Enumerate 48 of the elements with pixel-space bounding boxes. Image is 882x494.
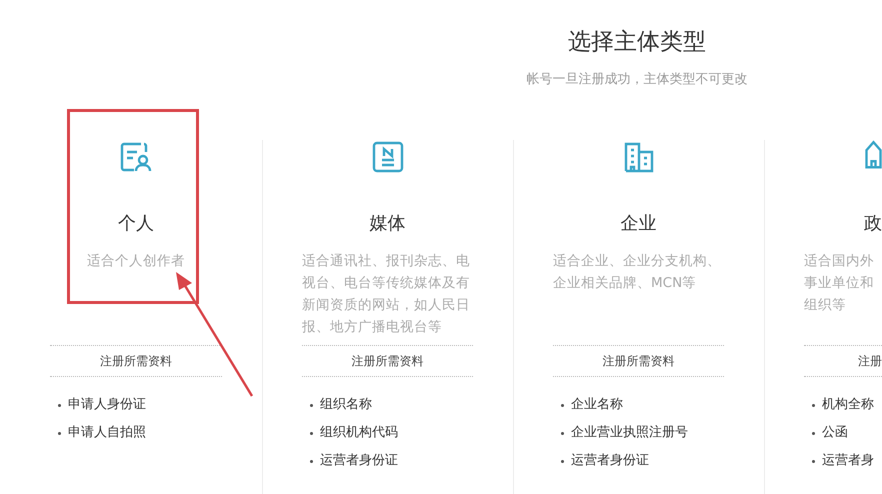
bullet-icon [561, 460, 564, 462]
bullet-icon [812, 460, 815, 462]
requirements-title: 注册 [858, 352, 882, 370]
type-description: 适合个人创作者 [86, 252, 186, 271]
type-description: 适合通讯社、报刊杂志、电 [302, 252, 471, 271]
bullet-icon [58, 404, 61, 406]
bullet-icon [561, 432, 564, 434]
type-description: 企业相关品牌、MCN等 [553, 274, 698, 293]
requirements-title: 注册所需资料 [602, 352, 674, 370]
requirements-title: 注册所需资料 [100, 352, 172, 370]
requirement-item: 组织机构代码 [320, 424, 398, 442]
bullet-icon [812, 404, 815, 406]
type-description: 新闻资质的网站，如人民日 [302, 296, 471, 315]
bullet-icon [561, 404, 564, 406]
type-description: 视台、电台等传统媒体及有 [302, 274, 471, 293]
type-title: 企业 [620, 212, 658, 236]
requirement-item: 申请人自拍照 [68, 424, 146, 442]
newspaper-icon [370, 140, 404, 174]
type-option[interactable]: 企业 适合企业、企业分支机构、 企业相关品牌、MCN等 注册所需资料 企业名称 企业营业执照注册号 运营者身份证 [513, 140, 764, 494]
bullet-icon [310, 432, 313, 434]
requirement-item: 机构全称 [822, 396, 874, 414]
requirement-item: 申请人身份证 [68, 396, 146, 414]
bullet-icon [310, 404, 313, 406]
bullet-icon [812, 432, 815, 434]
type-description: 适合国内外 [804, 252, 875, 271]
bullet-icon [310, 460, 313, 462]
requirement-item: 运营者身份证 [571, 452, 649, 470]
type-option[interactable]: 媒体 适合通讯社、报刊杂志、电 视台、电台等传统媒体及有 新闻资质的网站，如人民日 报、地方广播电视台等 注册所需资料 组织名称 组织机构代码 运营者身份证 [262, 140, 513, 494]
type-title: 个人 [117, 212, 155, 236]
type-description: 适合企业、企业分支机构、 [553, 252, 722, 271]
type-title: 政 [863, 212, 882, 236]
page-subtitle: 帐号一旦注册成功，主体类型不可更改 [526, 71, 748, 88]
requirement-item: 企业名称 [571, 396, 623, 414]
profile-card-icon [119, 140, 153, 174]
type-title: 媒体 [368, 212, 406, 236]
type-option[interactable]: 政 适合国内外 事业单位和 组织等 注册 机构全称 公函 运营者身 [764, 140, 882, 494]
page-title: 选择主体类型 [568, 28, 706, 57]
requirement-item: 运营者身 [822, 452, 874, 470]
bullet-icon [58, 432, 61, 434]
type-description: 组织等 [804, 296, 847, 315]
type-description: 报、地方广播电视台等 [302, 318, 443, 337]
type-description: 事业单位和 [804, 274, 875, 293]
requirement-item: 组织名称 [320, 396, 372, 414]
requirement-item: 运营者身份证 [320, 452, 398, 470]
building-icon [865, 140, 882, 169]
requirements-title: 注册所需资料 [352, 352, 424, 370]
requirement-item: 公函 [822, 424, 848, 442]
requirement-item: 企业营业执照注册号 [571, 424, 688, 442]
